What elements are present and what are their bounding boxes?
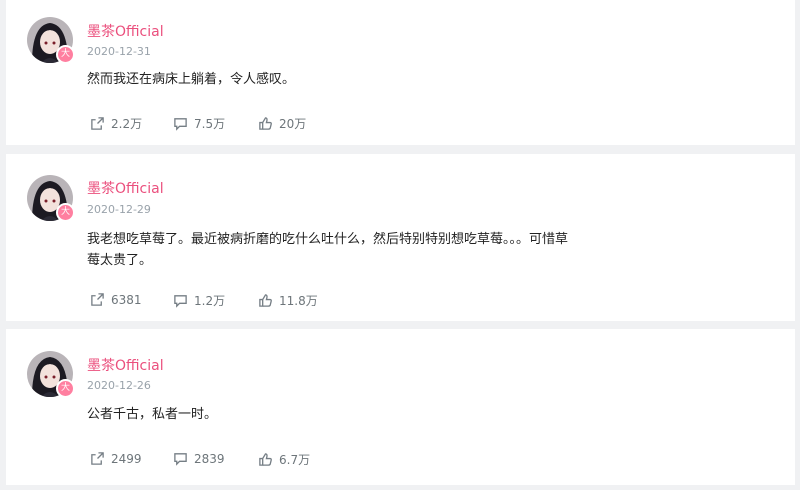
- like-button[interactable]: 20万: [258, 115, 306, 132]
- share-icon: [91, 117, 104, 130]
- post-card: 大 墨茶Official 2020-12-26 公者千古，私者一时。 2499 …: [6, 329, 795, 485]
- comment-button[interactable]: 2839: [173, 451, 225, 466]
- avatar-badge: 大: [56, 203, 75, 222]
- share-count: 6381: [111, 292, 142, 307]
- comment-count: 7.5万: [194, 117, 226, 131]
- post-date[interactable]: 2020-12-26: [87, 379, 151, 392]
- share-button[interactable]: 2.2万: [90, 115, 142, 132]
- share-button[interactable]: 6381: [90, 292, 142, 307]
- avatar-badge: 大: [56, 379, 75, 398]
- username[interactable]: 墨茶Official: [87, 178, 164, 198]
- share-count: 2499: [111, 451, 142, 466]
- post-card: 大 墨茶Official 2020-12-29 我老想吃草莓了。最近被病折磨的吃…: [6, 154, 795, 321]
- post-content: 我老想吃草莓了。最近被病折磨的吃什么吐什么，然后特别特别想吃草莓。。。可惜草莓太…: [87, 232, 569, 268]
- share-button[interactable]: 2499: [90, 451, 142, 466]
- comment-count: 2839: [194, 451, 225, 466]
- username[interactable]: 墨茶Official: [87, 21, 164, 41]
- post-date[interactable]: 2020-12-29: [87, 203, 151, 216]
- comment-button[interactable]: 1.2万: [173, 292, 225, 309]
- avatar-badge: 大: [56, 45, 75, 64]
- post-card: 大 墨茶Official 2020-12-31 然而我还在病床上躺着，令人感叹。…: [6, 0, 795, 145]
- share-count: 2.2万: [111, 117, 143, 131]
- post-content: 然而我还在病床上躺着，令人感叹。: [87, 72, 296, 87]
- like-button[interactable]: 6.7万: [258, 451, 310, 468]
- comment-count: 1.2万: [194, 294, 226, 308]
- comment-icon: [174, 118, 187, 131]
- post-content: 公者千古，私者一时。: [87, 407, 218, 422]
- post-date[interactable]: 2020-12-31: [87, 45, 151, 58]
- like-count: 6.7万: [279, 453, 311, 467]
- like-count: 20万: [279, 117, 307, 131]
- like-count: 11.8万: [279, 294, 318, 308]
- comment-icon: [174, 453, 187, 466]
- avatar[interactable]: 大: [27, 175, 75, 222]
- dynamic-feed: 大 墨茶Official 2020-12-31 然而我还在病床上躺着，令人感叹。…: [0, 0, 800, 490]
- avatar[interactable]: 大: [27, 17, 75, 64]
- avatar[interactable]: 大: [27, 351, 75, 398]
- thumbs-up-icon: [259, 294, 272, 307]
- comment-button[interactable]: 7.5万: [173, 115, 225, 132]
- like-button[interactable]: 11.8万: [258, 292, 318, 309]
- share-icon: [91, 452, 104, 465]
- username[interactable]: 墨茶Official: [87, 355, 164, 375]
- thumbs-up-icon: [259, 117, 272, 130]
- thumbs-up-icon: [259, 453, 272, 466]
- comment-icon: [174, 295, 187, 308]
- share-icon: [91, 293, 104, 306]
